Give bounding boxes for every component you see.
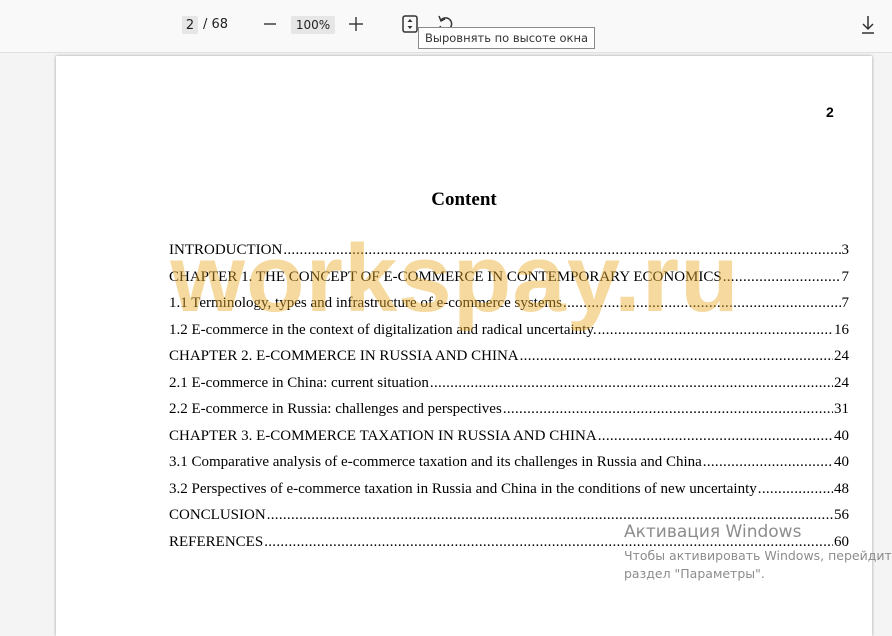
toc-page: 7 [841, 295, 850, 311]
toc-leader [503, 401, 833, 418]
toc-label: 1.1 Terminology, types and infrastructur… [169, 295, 563, 311]
toc-leader [758, 481, 833, 498]
page-number-input[interactable]: 2 [182, 16, 198, 34]
download-button[interactable] [858, 14, 878, 36]
zoom-in-button[interactable] [347, 14, 365, 34]
plus-icon [349, 17, 363, 31]
toc-label: 3.1 Comparative analysis of e-commerce t… [169, 454, 702, 470]
toc-page: 40 [834, 427, 849, 444]
toc-page: 3 [841, 242, 850, 258]
toc-row: 2.2 E-commerce in Russia: challenges and… [169, 401, 849, 428]
zoom-out-button[interactable] [262, 14, 278, 34]
toc-label: INTRODUCTION [169, 242, 283, 258]
activation-line-1: Чтобы активировать Windows, перейдите в [624, 548, 892, 563]
activation-title: Активация Windows [624, 522, 802, 542]
toc-label: 3.2 Perspectives of e-commerce taxation … [169, 480, 757, 497]
fit-to-height-button[interactable] [400, 14, 420, 34]
toc-page: 31 [834, 401, 849, 417]
toc-leader [703, 454, 833, 471]
download-icon [862, 16, 874, 34]
toc-page: 16 [834, 321, 849, 338]
toc-page: 24 [834, 374, 849, 391]
toc-label: REFERENCES [169, 533, 264, 550]
fit-to-height-icon [402, 15, 418, 33]
toc-row: CHAPTER 1. THE CONCEPT OF E-COMMERCE IN … [169, 269, 849, 296]
toc-row: INTRODUCTION 3 [169, 242, 849, 269]
toc-row: 1.1 Terminology, types and infrastructur… [169, 295, 849, 322]
page-number: 2 [826, 104, 834, 120]
zoom-level[interactable]: 100% [291, 16, 335, 34]
toc-leader [598, 322, 833, 339]
toc-row: 1.2 E-commerce in the context of digital… [169, 322, 849, 349]
page-title: Content [431, 189, 497, 210]
toc-page: 7 [841, 268, 850, 285]
toc-row: 3.1 Comparative analysis of e-commerce t… [169, 454, 849, 481]
activation-line-2: раздел "Параметры". [624, 566, 765, 581]
minus-icon [264, 23, 276, 25]
windows-activation-notice: Активация Windows Чтобы активировать Win… [624, 521, 892, 583]
toc-label: 1.2 E-commerce in the context of digital… [169, 321, 597, 338]
toc-leader [598, 428, 833, 445]
tooltip: Выровнять по высоте окна [418, 27, 596, 49]
toc-leader [723, 269, 841, 286]
toc-row: CHAPTER 2. E-COMMERCE IN RUSSIA AND CHIN… [169, 348, 849, 375]
toc-label: 2.1 E-commerce in China: current situati… [169, 374, 429, 391]
toc-leader [283, 242, 840, 259]
toc-label: CONCLUSION [169, 507, 266, 523]
toc-page: 40 [834, 454, 849, 470]
toc-label: 2.2 E-commerce in Russia: challenges and… [169, 401, 502, 417]
toc-label: CHAPTER 2. E-COMMERCE IN RUSSIA AND CHIN… [169, 348, 519, 364]
toc-row: CHAPTER 3. E-COMMERCE TAXATION IN RUSSIA… [169, 428, 849, 455]
pdf-toolbar: 2 / 68 100% Выровнять по высоте окна [0, 0, 892, 53]
toc-page: 48 [834, 480, 849, 497]
table-of-contents: INTRODUCTION 3 CHAPTER 1. THE CONCEPT OF … [169, 242, 849, 560]
page-total: / 68 [203, 17, 229, 32]
toc-leader [520, 348, 833, 365]
toc-row: 3.2 Perspectives of e-commerce taxation … [169, 481, 849, 508]
toc-label: CHAPTER 1. THE CONCEPT OF E-COMMERCE IN … [169, 268, 722, 285]
toc-label: CHAPTER 3. E-COMMERCE TAXATION IN RUSSIA… [169, 427, 597, 444]
toc-row: 2.1 E-commerce in China: current situati… [169, 375, 849, 402]
toc-leader [563, 295, 840, 312]
toc-leader [430, 375, 833, 392]
toc-page: 24 [834, 348, 849, 364]
